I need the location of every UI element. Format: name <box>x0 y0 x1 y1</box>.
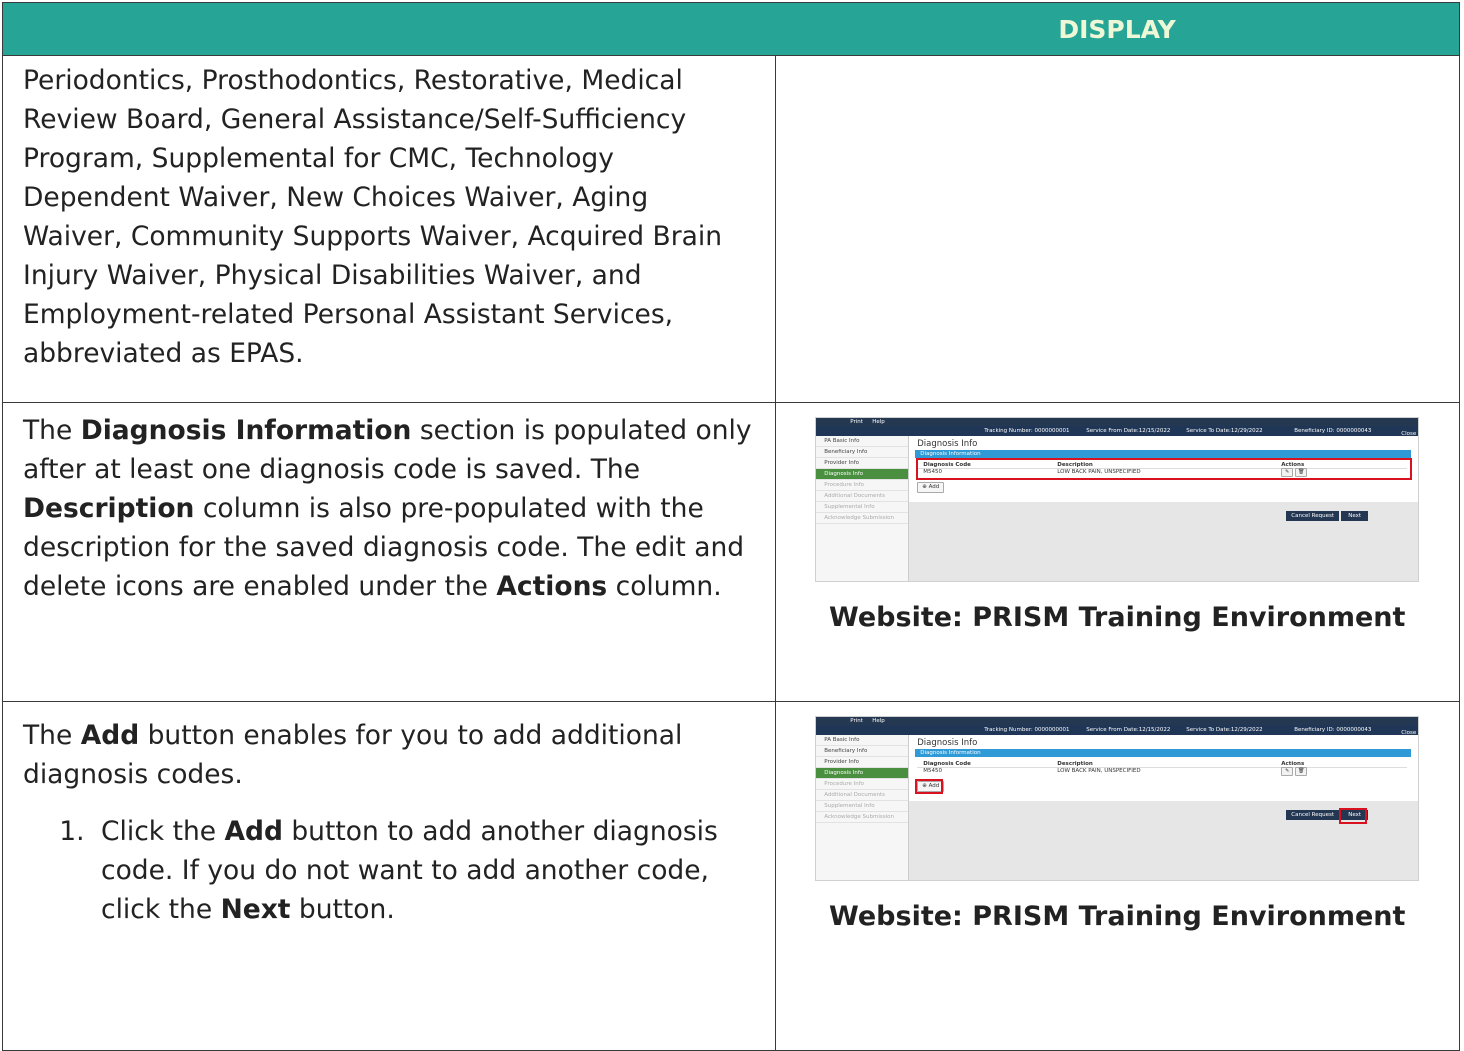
add-highlight <box>915 779 944 794</box>
nav-pa-basic: PA Basic Info <box>816 735 909 746</box>
step-1: Click the Add button to add another diag… <box>93 812 755 929</box>
nav-diagnosis: Diagnosis Info <box>816 768 909 779</box>
tracking-number: Tracking Number: 0000000001 <box>984 727 1070 733</box>
caption-row-3: Website: PRISM Training Environment <box>829 901 1406 932</box>
diagnosis-info-title: Diagnosis Info <box>917 738 978 748</box>
diagnosis-section-header: Diagnosis Information <box>915 450 1412 458</box>
row-3-text-cell: The Add button enables for you to add ad… <box>2 701 776 1051</box>
program-list-text: Periodontics, Prosthodontics, Restorativ… <box>23 65 723 369</box>
beneficiary-id: Beneficiary ID: 0000000043 <box>1294 727 1372 733</box>
nav-pa-basic: PA Basic Info <box>816 436 909 447</box>
nav-acknowledge: Acknowledge Submission <box>816 513 909 524</box>
description-value: LOW BACK PAIN, UNSPECIFIED <box>1057 768 1141 774</box>
print-link: Print <box>850 718 863 724</box>
row-2-text-cell: The Diagnosis Information section is pop… <box>2 402 776 702</box>
service-from: Service From Date:12/15/2022 <box>1086 727 1171 733</box>
nav-additional-docs: Additional Documents <box>816 491 909 502</box>
service-to: Service To Date:12/29/2022 <box>1186 727 1263 733</box>
service-to: Service To Date:12/29/2022 <box>1186 428 1263 434</box>
nav-supplemental: Supplemental Info <box>816 502 909 513</box>
nav-supplemental: Supplemental Info <box>816 801 909 812</box>
row-1-text-cell: Periodontics, Prosthodontics, Restorativ… <box>2 55 776 403</box>
document-table: DISPLAY Periodontics, Prosthodontics, Re… <box>2 2 1460 1051</box>
service-from: Service From Date:12/15/2022 <box>1086 428 1171 434</box>
nav-beneficiary: Beneficiary Info <box>816 746 909 757</box>
row-1: Periodontics, Prosthodontics, Restorativ… <box>2 55 1460 403</box>
row-2-display-cell: Print Help Tracking Number: 0000000001 Se… <box>774 402 1460 702</box>
help-link: Help <box>872 419 885 425</box>
diagnosis-info-paragraph: The Diagnosis Information section is pop… <box>23 415 752 602</box>
steps-list: Click the Add button to add another diag… <box>23 812 755 929</box>
next-highlight <box>1339 808 1368 824</box>
nav-diagnosis: Diagnosis Info <box>816 469 909 480</box>
delete-icon: 🗑 <box>1295 767 1308 776</box>
add-button-paragraph: The Add button enables for you to add ad… <box>23 720 683 790</box>
nav-provider: Provider Info <box>816 458 909 469</box>
screenshot-add-next: Print Help Tracking Number: 0000000001 Se… <box>815 716 1420 881</box>
caption-row-2: Website: PRISM Training Environment <box>829 602 1406 633</box>
header-left-cell <box>2 2 775 56</box>
next-button: Next <box>1341 511 1369 521</box>
edit-icon: ✎ <box>1281 767 1294 776</box>
screenshot-diagnosis-info: Print Help Tracking Number: 0000000001 Se… <box>815 417 1420 582</box>
table-highlight <box>916 458 1413 480</box>
nav-additional-docs: Additional Documents <box>816 790 909 801</box>
tracking-number: Tracking Number: 0000000001 <box>984 428 1070 434</box>
print-link: Print <box>850 419 863 425</box>
help-link: Help <box>872 718 885 724</box>
beneficiary-id: Beneficiary ID: 0000000043 <box>1294 428 1372 434</box>
add-button: ⊕ Add <box>917 482 945 493</box>
nav-procedure: Procedure Info <box>816 480 909 491</box>
cancel-request-button: Cancel Request <box>1286 810 1339 820</box>
cancel-request-button: Cancel Request <box>1286 511 1339 521</box>
row-3: The Add button enables for you to add ad… <box>2 701 1460 1051</box>
row-3-display-cell: Print Help Tracking Number: 0000000001 Se… <box>774 701 1460 1051</box>
header-row: DISPLAY <box>2 2 1460 56</box>
row-2: The Diagnosis Information section is pop… <box>2 402 1460 702</box>
diagnosis-info-title: Diagnosis Info <box>917 439 978 449</box>
diagnosis-code-value: M5450 <box>923 768 942 774</box>
nav-procedure: Procedure Info <box>816 779 909 790</box>
nav-provider: Provider Info <box>816 757 909 768</box>
nav-beneficiary: Beneficiary Info <box>816 447 909 458</box>
side-nav: PA Basic Info Beneficiary Info Provider … <box>816 735 910 880</box>
nav-acknowledge: Acknowledge Submission <box>816 812 909 823</box>
row-1-display-cell <box>774 55 1460 403</box>
display-header: DISPLAY <box>775 2 1460 56</box>
diagnosis-section-header: Diagnosis Information <box>915 749 1412 757</box>
side-nav: PA Basic Info Beneficiary Info Provider … <box>816 436 910 581</box>
